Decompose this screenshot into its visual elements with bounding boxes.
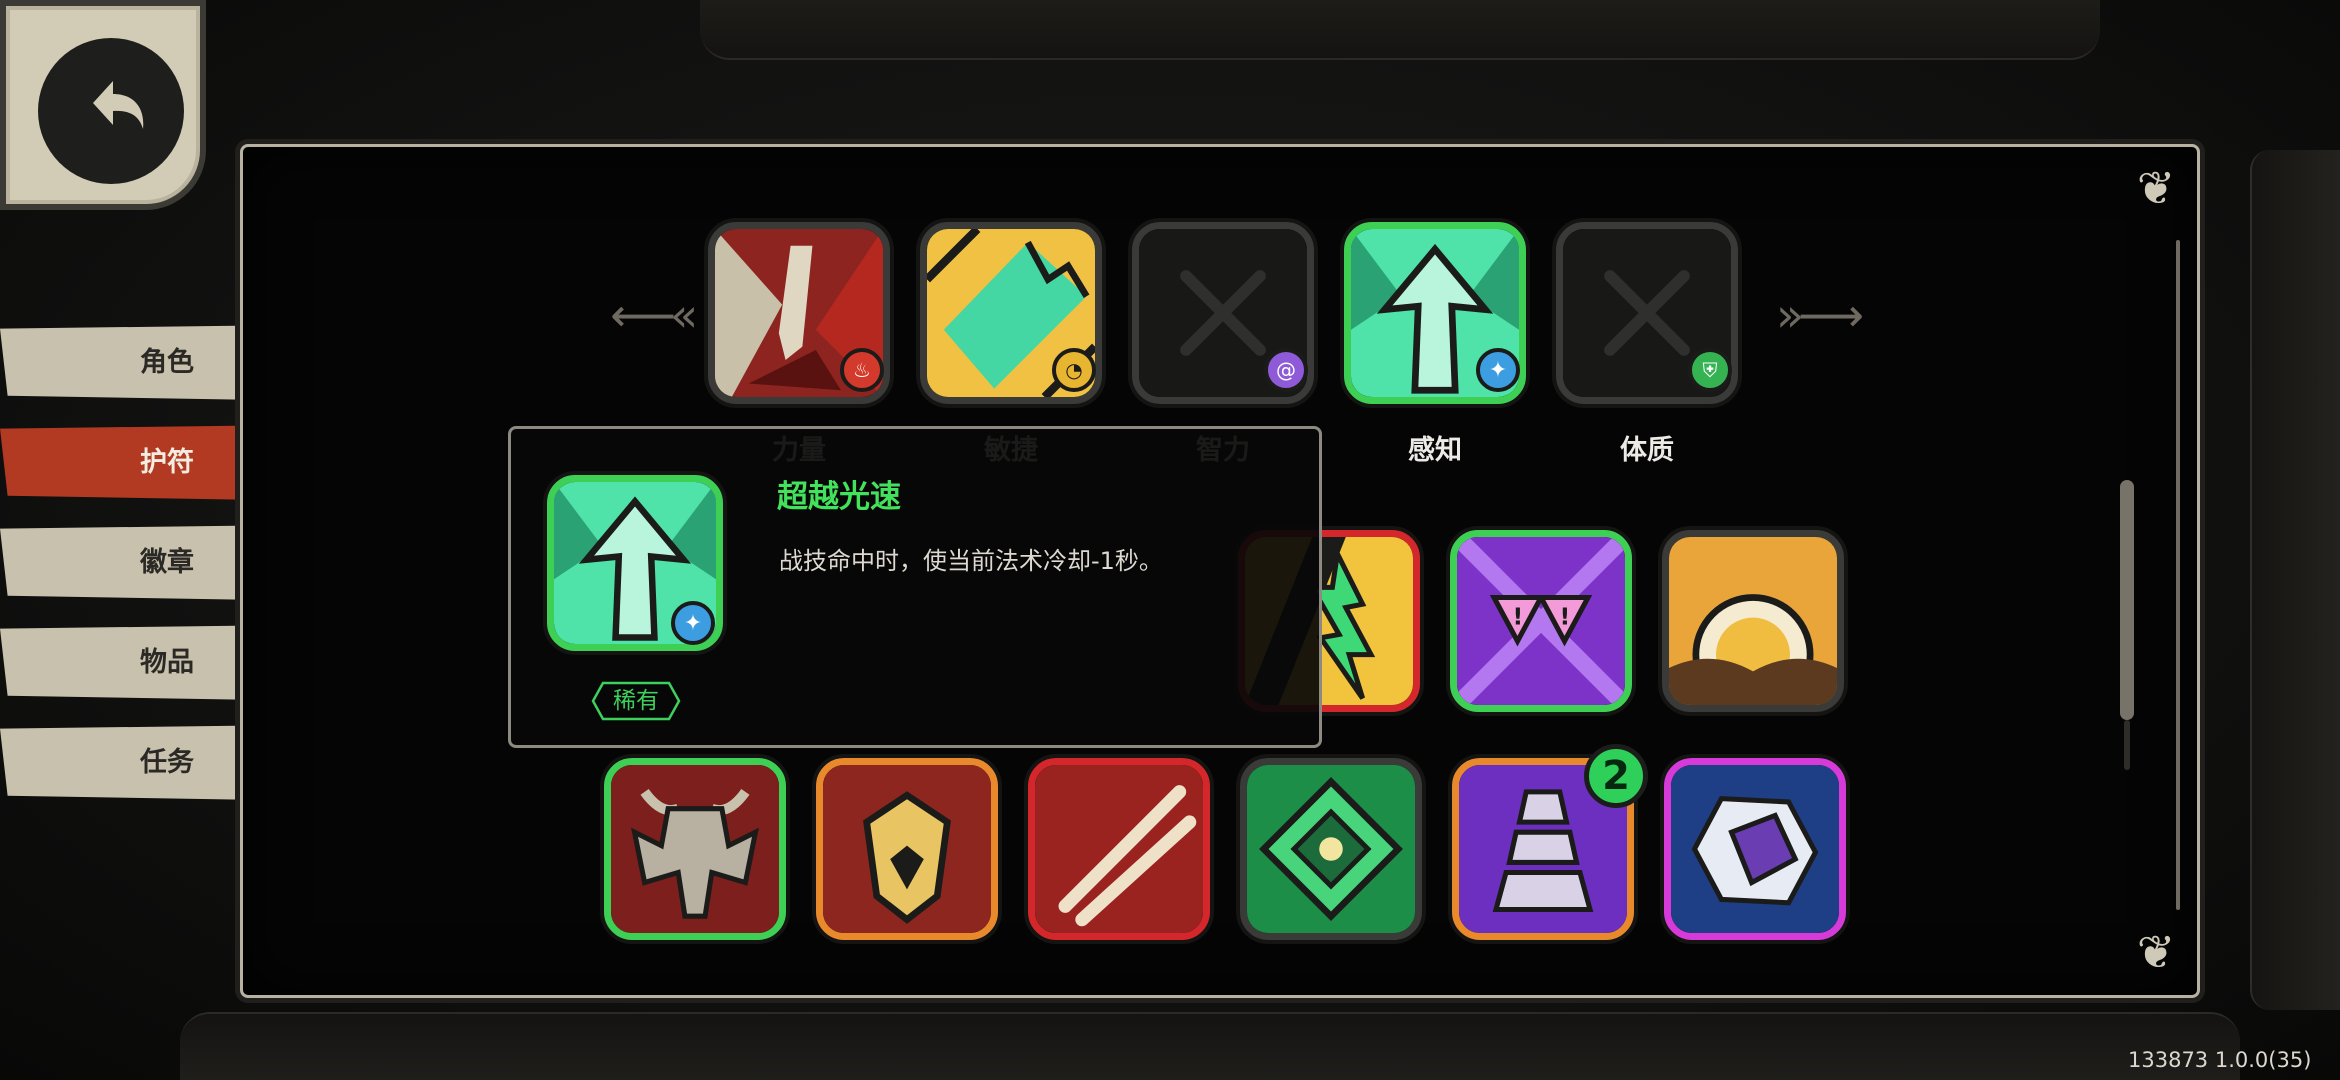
sparkle-icon: ✦ <box>1476 348 1520 392</box>
right-arrow-icon[interactable]: »⟶ <box>1776 288 1864 342</box>
shield-icon: ⛨ <box>1688 348 1732 392</box>
inventory-charm[interactable] <box>1664 758 1846 940</box>
golden-helmet-charm-icon <box>823 765 991 933</box>
inventory-charm[interactable] <box>816 758 998 940</box>
menu-item-label: 护符 <box>140 447 194 478</box>
emerald-eye-charm-icon <box>1247 765 1415 933</box>
stack-count-badge: 2 <box>1584 744 1648 808</box>
spiral-icon: @ <box>1264 348 1308 392</box>
inventory-charm[interactable] <box>604 758 786 940</box>
demon-skull-charm-icon <box>611 765 779 933</box>
left-arrow-icon[interactable]: ⟵« <box>610 288 698 342</box>
version-label: 133873 1.0.0(35) <box>2128 1048 2312 1072</box>
rarity-label: 稀有 <box>613 688 659 714</box>
inventory-charm[interactable]: ! ! <box>1450 530 1632 712</box>
back-button[interactable] <box>0 0 206 210</box>
menu-item-label: 角色 <box>140 347 194 378</box>
svg-text:!: ! <box>1559 602 1570 630</box>
frame-right <box>2250 150 2340 1010</box>
back-arrow-icon <box>38 38 184 184</box>
scroll-track[interactable] <box>2176 240 2180 910</box>
corner-ornament-icon: ❦ <box>2136 161 2176 215</box>
tooltip-description: 战技命中时，使当前法术冷却-1秒。 <box>779 547 1163 575</box>
claw-slash-charm-icon <box>1035 765 1203 933</box>
tooltip-title: 超越光速 <box>777 479 901 515</box>
sparkle-icon: ✦ <box>671 601 715 645</box>
corner-ornament-icon: ❦ <box>2136 925 2176 979</box>
svg-text:!: ! <box>1512 602 1523 630</box>
slot-label-perception: 感知 <box>1408 435 1462 466</box>
alert-triangles-charm-icon: ! ! <box>1457 537 1625 705</box>
scrollbar-thumb[interactable] <box>2120 480 2134 720</box>
inventory-charm[interactable] <box>1662 530 1844 712</box>
crystal-geode-charm-icon <box>1671 765 1839 933</box>
menu-item-label: 物品 <box>140 647 194 678</box>
inventory-charm[interactable] <box>1240 758 1422 940</box>
frame-top <box>700 0 2100 60</box>
charm-tooltip: ✦ 超越光速 战技命中时，使当前法术冷却-1秒。 稀有 <box>508 426 1322 748</box>
menu-item-label: 徽章 <box>140 547 194 578</box>
pacman-icon: ◔ <box>1052 348 1096 392</box>
slot-label-constitution: 体质 <box>1620 435 1674 466</box>
inventory-charm[interactable] <box>1028 758 1210 940</box>
frame-bottom <box>180 1012 2240 1080</box>
flame-icon: ♨ <box>840 348 884 392</box>
menu-item-label: 任务 <box>140 747 194 778</box>
scrollbar-tail <box>2124 720 2130 770</box>
sunrise-charm-icon <box>1669 537 1837 705</box>
